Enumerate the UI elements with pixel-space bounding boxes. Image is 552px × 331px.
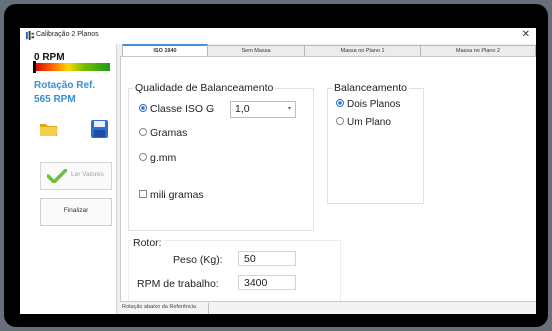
finish-label: Finalizar — [63, 207, 89, 214]
mili-gramas-label: mili gramas — [150, 189, 204, 201]
tab-page-iso: Qualidade de Balanceamento Classe ISO G … — [120, 56, 536, 303]
iso-class-select[interactable]: 1,0 ▾ — [230, 101, 296, 118]
folder-icon[interactable] — [39, 121, 59, 137]
radio-dois-planos[interactable]: Dois Planos — [336, 99, 400, 110]
app-icon — [26, 31, 35, 40]
radio-dot-selected — [336, 99, 344, 108]
read-values-button[interactable]: Ler Valores — [40, 162, 112, 190]
tab-massa-plano-1[interactable]: Massa no Plano 1 — [304, 45, 421, 56]
iso-class-value: 1,0 — [235, 103, 250, 115]
save-disk-icon[interactable] — [91, 120, 108, 138]
radio-um-plano-label: Um Plano — [347, 117, 391, 128]
radio-dot — [139, 153, 147, 162]
screen-frame: Calibração 2 Planos ✕ 0 RPM Rotação Ref.… — [0, 0, 552, 331]
rotor-legend: Rotor: — [131, 237, 164, 249]
ref-rotation-label: Rotação Ref. — [34, 80, 96, 91]
radio-gmm-label: g.mm — [150, 152, 177, 164]
chevron-down-icon: ▾ — [287, 106, 291, 112]
tab-sem-massa[interactable]: Sem Massa — [207, 45, 305, 56]
rpm-readout: 0 RPM — [34, 52, 65, 63]
radio-dois-planos-label: Dois Planos — [347, 99, 401, 110]
radio-um-plano[interactable]: Um Plano — [336, 117, 391, 128]
finish-button[interactable]: Finalizar — [40, 198, 112, 226]
radio-gramas[interactable]: Gramas — [139, 127, 187, 139]
ref-rotation-value: 565 RPM — [34, 94, 76, 105]
peso-input[interactable]: 50 — [238, 251, 296, 266]
main-panel: ISO 1940 Sem Massa Massa no Plano 1 Mass… — [120, 44, 536, 314]
radio-dot — [336, 117, 344, 126]
status-text: Rotação abaixo da Referência — [122, 304, 196, 310]
radio-gmm[interactable]: g.mm — [139, 152, 176, 164]
status-bar: Rotação abaixo da Referência — [120, 301, 536, 314]
rpm-trabalho-label: RPM de trabalho: — [137, 278, 219, 290]
radio-gramas-label: Gramas — [150, 127, 188, 139]
rotor-group: Rotor: — [128, 237, 341, 302]
check-icon — [47, 169, 67, 183]
balance-legend: Balanceamento — [332, 82, 409, 94]
tab-massa-plano-2[interactable]: Massa no Plano 2 — [420, 45, 536, 56]
rpm-trabalho-input[interactable]: 3400 — [238, 275, 296, 290]
read-values-label: Ler Valores — [71, 171, 104, 178]
status-separator — [208, 303, 209, 314]
radio-dot — [139, 128, 147, 137]
sidebar: 0 RPM Rotação Ref. 565 RPM Ler Valores F… — [20, 44, 117, 314]
gauge-marker — [33, 61, 36, 73]
radio-classe-iso[interactable]: Classe ISO G — [139, 103, 214, 115]
app-window: Calibração 2 Planos ✕ 0 RPM Rotação Ref.… — [20, 28, 536, 314]
quality-legend: Qualidade de Balanceamento — [133, 82, 276, 94]
checkbox-mili-gramas[interactable]: mili gramas — [139, 189, 204, 201]
title-bar: Calibração 2 Planos ✕ — [20, 28, 536, 44]
peso-label: Peso (Kg): — [173, 254, 223, 266]
checkbox-box — [139, 190, 147, 199]
rpm-gauge — [34, 63, 110, 71]
radio-classe-iso-label: Classe ISO G — [150, 103, 215, 115]
window-title: Calibração 2 Planos — [36, 31, 99, 38]
radio-dot-selected — [139, 104, 147, 113]
close-icon[interactable]: ✕ — [522, 29, 530, 40]
